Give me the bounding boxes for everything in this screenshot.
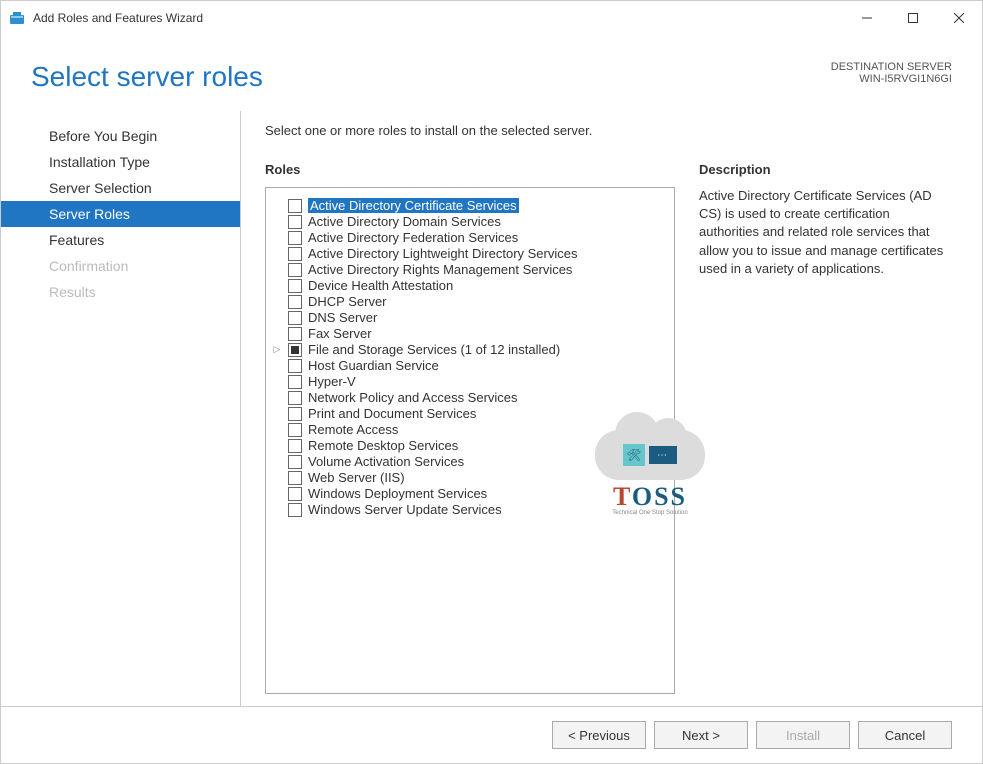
role-label: DNS Server — [308, 310, 377, 325]
role-label: File and Storage Services (1 of 12 insta… — [308, 342, 560, 357]
instruction-text: Select one or more roles to install on t… — [265, 123, 952, 138]
role-label: Hyper-V — [308, 374, 356, 389]
minimize-button[interactable] — [844, 1, 890, 35]
role-item[interactable]: Windows Deployment Services — [274, 486, 666, 501]
previous-button[interactable]: < Previous — [552, 721, 646, 749]
main-panel: Select one or more roles to install on t… — [241, 111, 982, 706]
role-label: Device Health Attestation — [308, 278, 453, 293]
header: Select server roles DESTINATION SERVER W… — [1, 35, 982, 111]
role-checkbox[interactable] — [288, 359, 302, 373]
role-item[interactable]: Hyper-V — [274, 374, 666, 389]
role-checkbox[interactable] — [288, 215, 302, 229]
role-checkbox[interactable] — [288, 199, 302, 213]
role-item[interactable]: Windows Server Update Services — [274, 502, 666, 517]
role-item[interactable]: Device Health Attestation — [274, 278, 666, 293]
role-item[interactable]: Fax Server — [274, 326, 666, 341]
role-label: Print and Document Services — [308, 406, 476, 421]
role-checkbox[interactable] — [288, 391, 302, 405]
sidebar-item-features[interactable]: Features — [1, 227, 240, 253]
cancel-button[interactable]: Cancel — [858, 721, 952, 749]
role-label: Remote Access — [308, 422, 398, 437]
role-checkbox[interactable] — [288, 471, 302, 485]
app-icon — [9, 10, 25, 26]
role-label: Active Directory Domain Services — [308, 214, 501, 229]
role-label: Windows Server Update Services — [308, 502, 502, 517]
role-checkbox[interactable] — [288, 407, 302, 421]
role-label: Web Server (IIS) — [308, 470, 405, 485]
sidebar-item-installation-type[interactable]: Installation Type — [1, 149, 240, 175]
expand-icon[interactable]: ▷ — [272, 344, 282, 355]
role-checkbox[interactable] — [288, 487, 302, 501]
role-item[interactable]: Network Policy and Access Services — [274, 390, 666, 405]
role-label: Active Directory Certificate Services — [308, 198, 519, 213]
sidebar-item-server-roles[interactable]: Server Roles — [1, 201, 240, 227]
role-item[interactable]: Active Directory Federation Services — [274, 230, 666, 245]
role-item[interactable]: Active Directory Rights Management Servi… — [274, 262, 666, 277]
role-checkbox[interactable] — [288, 279, 302, 293]
role-checkbox[interactable] — [288, 343, 302, 357]
role-checkbox[interactable] — [288, 503, 302, 517]
role-item[interactable]: Active Directory Lightweight Directory S… — [274, 246, 666, 261]
role-item[interactable]: ▷ File and Storage Services (1 of 12 inst… — [274, 342, 666, 357]
role-label: Remote Desktop Services — [308, 438, 458, 453]
content: Before You BeginInstallation TypeServer … — [1, 111, 982, 706]
description-text: Active Directory Certificate Services (A… — [699, 187, 952, 278]
destination-server-name: WIN-I5RVGI1N6GI — [831, 73, 952, 85]
sidebar-item-results: Results — [1, 279, 240, 305]
role-label: Windows Deployment Services — [308, 486, 487, 501]
role-item[interactable]: Volume Activation Services — [274, 454, 666, 469]
panels: Roles Active Directory Certificate Servi… — [265, 162, 952, 694]
roles-label: Roles — [265, 162, 675, 177]
wizard-steps-sidebar: Before You BeginInstallation TypeServer … — [31, 111, 241, 706]
role-checkbox[interactable] — [288, 311, 302, 325]
description-label: Description — [699, 162, 952, 177]
window-title: Add Roles and Features Wizard — [33, 11, 844, 25]
role-item[interactable]: Print and Document Services — [274, 406, 666, 421]
role-label: Network Policy and Access Services — [308, 390, 518, 405]
role-label: Active Directory Rights Management Servi… — [308, 262, 572, 277]
role-item[interactable]: Remote Access — [274, 422, 666, 437]
role-checkbox[interactable] — [288, 375, 302, 389]
role-checkbox[interactable] — [288, 327, 302, 341]
destination-server-label: DESTINATION SERVER — [831, 61, 952, 73]
role-checkbox[interactable] — [288, 231, 302, 245]
role-item[interactable]: Remote Desktop Services — [274, 438, 666, 453]
roles-list[interactable]: Active Directory Certificate ServicesAct… — [265, 187, 675, 694]
next-button[interactable]: Next > — [654, 721, 748, 749]
sidebar-item-before-you-begin[interactable]: Before You Begin — [1, 123, 240, 149]
role-checkbox[interactable] — [288, 247, 302, 261]
description-panel: Description Active Directory Certificate… — [699, 162, 952, 694]
maximize-button[interactable] — [890, 1, 936, 35]
page-title: Select server roles — [31, 61, 263, 93]
install-button[interactable]: Install — [756, 721, 850, 749]
role-checkbox[interactable] — [288, 455, 302, 469]
role-label: Volume Activation Services — [308, 454, 464, 469]
role-item[interactable]: Host Guardian Service — [274, 358, 666, 373]
role-label: Host Guardian Service — [308, 358, 439, 373]
role-checkbox[interactable] — [288, 423, 302, 437]
wizard-window: Add Roles and Features Wizard Select ser… — [0, 0, 983, 764]
role-label: Active Directory Federation Services — [308, 230, 518, 245]
role-label: Active Directory Lightweight Directory S… — [308, 246, 577, 261]
role-checkbox[interactable] — [288, 295, 302, 309]
role-checkbox[interactable] — [288, 263, 302, 277]
roles-panel: Roles Active Directory Certificate Servi… — [265, 162, 675, 694]
role-item[interactable]: Active Directory Certificate Services — [274, 198, 666, 213]
role-item[interactable]: DNS Server — [274, 310, 666, 325]
role-item[interactable]: Active Directory Domain Services — [274, 214, 666, 229]
sidebar-item-confirmation: Confirmation — [1, 253, 240, 279]
role-checkbox[interactable] — [288, 439, 302, 453]
window-controls — [844, 1, 982, 35]
role-item[interactable]: DHCP Server — [274, 294, 666, 309]
close-button[interactable] — [936, 1, 982, 35]
role-label: Fax Server — [308, 326, 372, 341]
role-item[interactable]: Web Server (IIS) — [274, 470, 666, 485]
sidebar-item-server-selection[interactable]: Server Selection — [1, 175, 240, 201]
footer: < Previous Next > Install Cancel — [1, 706, 982, 763]
role-label: DHCP Server — [308, 294, 387, 309]
destination-server: DESTINATION SERVER WIN-I5RVGI1N6GI — [831, 61, 952, 85]
titlebar: Add Roles and Features Wizard — [1, 1, 982, 35]
